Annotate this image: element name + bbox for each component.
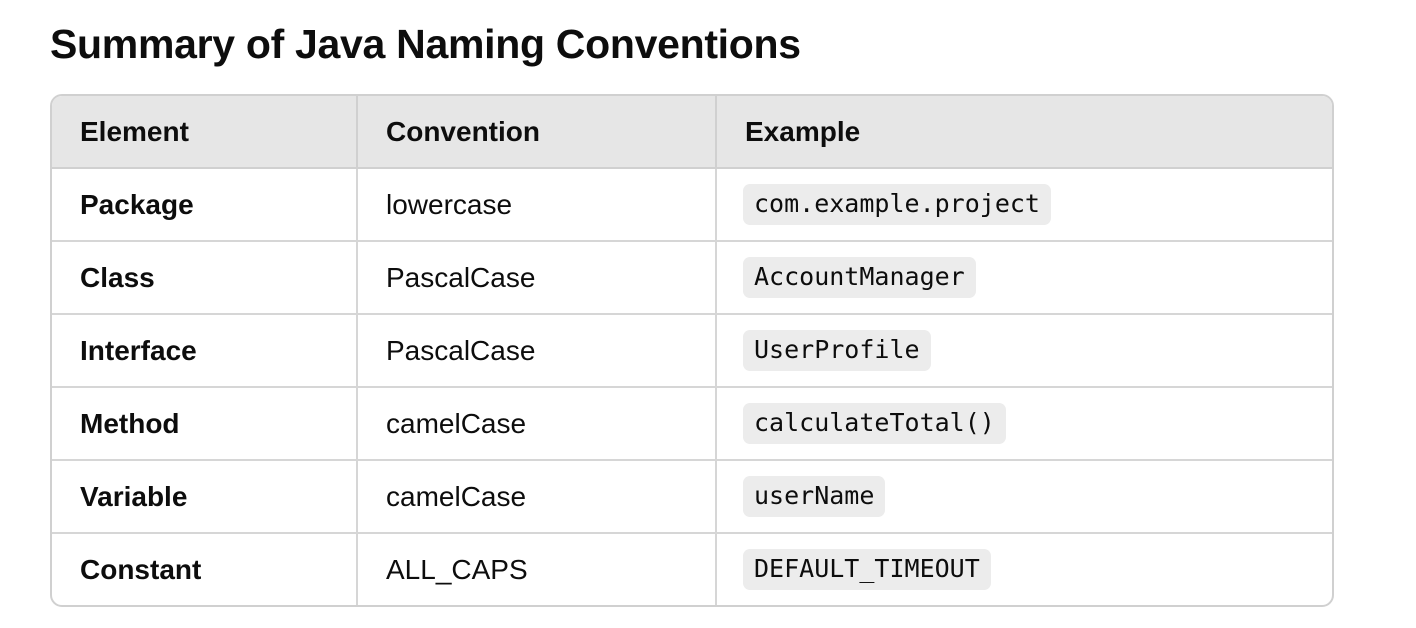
header-convention: Convention: [357, 96, 717, 169]
table-row: Method camelCase calculateTotal(): [52, 387, 1332, 461]
convention-cell: PascalCase: [357, 314, 717, 388]
naming-conventions-table: Element Convention Example Package lower…: [50, 94, 1334, 607]
table-row: Constant ALL_CAPS DEFAULT_TIMEOUT: [52, 533, 1332, 605]
table-row: Variable camelCase userName: [52, 460, 1332, 534]
element-cell: Variable: [52, 460, 358, 534]
table-row: Class PascalCase AccountManager: [52, 241, 1332, 315]
example-cell: com.example.project: [716, 168, 1332, 242]
header-example: Example: [716, 96, 1332, 169]
code-example: DEFAULT_TIMEOUT: [743, 549, 991, 590]
example-cell: DEFAULT_TIMEOUT: [716, 533, 1332, 605]
code-example: UserProfile: [743, 330, 931, 371]
example-cell: calculateTotal(): [716, 387, 1332, 461]
code-example: AccountManager: [743, 257, 976, 298]
convention-cell: lowercase: [357, 168, 717, 242]
element-cell: Class: [52, 241, 358, 315]
table-row: Package lowercase com.example.project: [52, 168, 1332, 242]
page-title: Summary of Java Naming Conventions: [50, 21, 801, 67]
example-cell: UserProfile: [716, 314, 1332, 388]
element-cell: Package: [52, 168, 358, 242]
element-cell: Method: [52, 387, 358, 461]
convention-cell: ALL_CAPS: [357, 533, 717, 605]
convention-cell: PascalCase: [357, 241, 717, 315]
code-example: userName: [743, 476, 886, 517]
table-body: Package lowercase com.example.project Cl…: [52, 168, 1332, 605]
example-cell: AccountManager: [716, 241, 1332, 315]
element-cell: Interface: [52, 314, 358, 388]
convention-cell: camelCase: [357, 387, 717, 461]
table-row: Interface PascalCase UserProfile: [52, 314, 1332, 388]
table: Element Convention Example Package lower…: [52, 96, 1332, 605]
code-example: calculateTotal(): [743, 403, 1006, 444]
header-element: Element: [52, 96, 358, 169]
example-cell: userName: [716, 460, 1332, 534]
element-cell: Constant: [52, 533, 358, 605]
code-example: com.example.project: [743, 184, 1051, 225]
convention-cell: camelCase: [357, 460, 717, 534]
table-header: Element Convention Example: [52, 96, 1332, 169]
header-row: Element Convention Example: [52, 96, 1332, 169]
